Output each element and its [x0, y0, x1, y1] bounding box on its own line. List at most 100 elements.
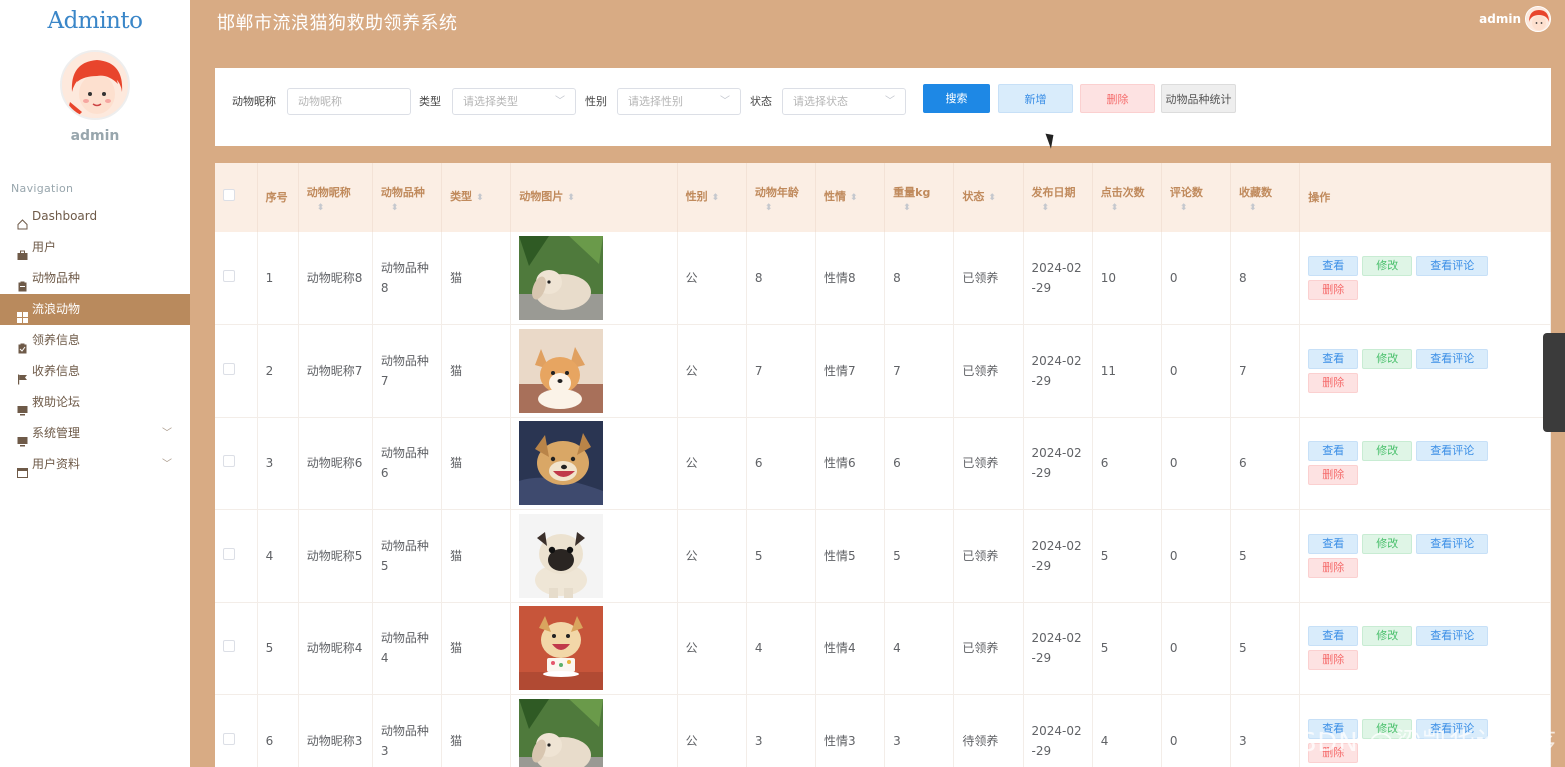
col-breed[interactable]: 动物品种 ⬍: [372, 163, 443, 232]
delete-button[interactable]: 删除: [1308, 280, 1359, 300]
delete-button[interactable]: 删除: [1308, 650, 1359, 671]
col-temper[interactable]: 性情 ⬍: [815, 163, 886, 232]
view-button[interactable]: 查看: [1308, 533, 1359, 554]
delete-button[interactable]: 删除: [1308, 465, 1359, 486]
type-select[interactable]: 请选择类型 ﹀: [452, 88, 576, 115]
col-age[interactable]: 动物年龄 ⬍: [746, 163, 817, 232]
col-comments[interactable]: 评论数 ⬍: [1161, 163, 1232, 232]
gender-select[interactable]: 请选择性别 ﹀: [617, 88, 741, 115]
row-checkbox-cell[interactable]: [215, 509, 258, 602]
view-button[interactable]: 查看: [1308, 256, 1359, 276]
sidebar-item-users[interactable]: 用户: [0, 232, 190, 263]
pet-photo[interactable]: [519, 236, 604, 320]
sort-icon[interactable]: ⬍: [1180, 203, 1230, 213]
chevron-down-icon[interactable]: ﹀: [162, 449, 172, 480]
app-logo[interactable]: Adminto: [0, 0, 190, 42]
row-checkbox[interactable]: [223, 455, 235, 468]
sort-icon[interactable]: ⬍: [567, 193, 575, 203]
nickname-input[interactable]: 动物昵称: [287, 88, 411, 115]
sidebar-item-system-management[interactable]: 系统管理 ﹀: [0, 418, 190, 449]
col-nickname[interactable]: 动物昵称 ⬍: [298, 163, 373, 232]
col-gender[interactable]: 性别 ⬍: [677, 163, 747, 232]
sort-icon[interactable]: ⬍: [317, 203, 372, 213]
edit-button[interactable]: 修改: [1362, 256, 1413, 276]
edit-button[interactable]: 修改: [1362, 626, 1413, 647]
col-photo[interactable]: 动物图片 ⬍: [510, 163, 678, 232]
view-button[interactable]: 查看: [1308, 441, 1359, 462]
row-checkbox-cell[interactable]: [215, 417, 258, 510]
view-comments-button[interactable]: 查看评论: [1416, 441, 1489, 462]
sort-icon[interactable]: ⬍: [988, 193, 996, 203]
cell-index: 5: [257, 602, 299, 695]
view-comments-button[interactable]: 查看评论: [1416, 533, 1489, 554]
header-avatar[interactable]: [1525, 6, 1551, 32]
sidebar-item-user-profile[interactable]: 用户资料 ﹀: [0, 449, 190, 480]
row-checkbox[interactable]: [223, 362, 235, 375]
avatar[interactable]: [60, 50, 130, 120]
sort-icon[interactable]: ⬍: [476, 193, 484, 203]
sidebar-item-foster-info[interactable]: 收养信息: [0, 356, 190, 387]
header-checkbox-cell[interactable]: [215, 163, 258, 232]
chevron-down-icon: ﹀: [720, 96, 730, 107]
row-checkbox[interactable]: [223, 270, 235, 282]
sort-icon[interactable]: ⬍: [1111, 203, 1161, 213]
view-button[interactable]: 查看: [1308, 348, 1359, 369]
row-checkbox-cell[interactable]: [215, 602, 258, 695]
col-date[interactable]: 发布日期 ⬍: [1023, 163, 1093, 232]
view-comments-button[interactable]: 查看评论: [1416, 348, 1489, 369]
edit-button[interactable]: 修改: [1362, 348, 1413, 369]
sort-icon[interactable]: ⬍: [712, 193, 720, 203]
pet-photo[interactable]: [519, 698, 604, 767]
view-comments-button[interactable]: 查看评论: [1416, 256, 1489, 276]
cell-temper: 性情7: [815, 324, 886, 417]
edit-button[interactable]: 修改: [1362, 441, 1413, 462]
chevron-down-icon[interactable]: ﹀: [162, 418, 172, 449]
select-all-checkbox[interactable]: [223, 188, 235, 201]
view-comments-button[interactable]: 查看评论: [1416, 626, 1489, 647]
sort-icon[interactable]: ⬍: [1249, 203, 1299, 213]
flag-icon: [17, 366, 28, 385]
row-checkbox[interactable]: [223, 640, 235, 653]
sidebar-item-adoption-info[interactable]: 领养信息: [0, 325, 190, 356]
header-username[interactable]: admin: [1479, 12, 1521, 26]
sidebar-item-breeds[interactable]: 动物品种: [0, 263, 190, 294]
sidebar-item-dashboard[interactable]: Dashboard: [0, 201, 190, 232]
pet-photo[interactable]: [519, 606, 604, 691]
cell-status: 待领养: [953, 694, 1024, 767]
sidebar-item-rescue-forum[interactable]: 救助论坛: [0, 387, 190, 418]
row-checkbox[interactable]: [223, 732, 235, 745]
edit-button[interactable]: 修改: [1362, 533, 1413, 554]
pet-photo[interactable]: [519, 513, 604, 598]
cell-type: 猫: [441, 602, 512, 695]
row-checkbox-cell[interactable]: [215, 324, 258, 417]
view-button[interactable]: 查看: [1308, 626, 1359, 647]
cell-type: 猫: [441, 694, 512, 767]
side-drawer-handle[interactable]: [1543, 333, 1565, 432]
col-status[interactable]: 状态 ⬍: [953, 163, 1024, 232]
delete-button[interactable]: 删除: [1308, 372, 1359, 393]
pet-photo[interactable]: [519, 421, 604, 506]
sort-icon[interactable]: ⬍: [903, 203, 953, 213]
row-checkbox-cell[interactable]: [215, 232, 258, 325]
col-type[interactable]: 类型 ⬍: [441, 163, 512, 232]
gender-label: 性别: [585, 95, 607, 108]
sort-icon[interactable]: ⬍: [850, 193, 858, 203]
col-clicks[interactable]: 点击次数 ⬍: [1092, 163, 1162, 232]
batch-delete-button[interactable]: 删除: [1080, 84, 1155, 113]
search-button[interactable]: 搜索: [923, 84, 990, 113]
sidebar-item-stray-animals[interactable]: 流浪动物: [0, 294, 190, 325]
cell-index: 6: [257, 694, 299, 767]
row-checkbox-cell[interactable]: [215, 694, 258, 767]
sort-icon[interactable]: ⬍: [765, 203, 815, 213]
status-select[interactable]: 请选择状态 ﹀: [782, 88, 906, 115]
calendar-icon: [17, 459, 28, 478]
col-favorites[interactable]: 收藏数 ⬍: [1230, 163, 1301, 232]
breed-stats-button[interactable]: 动物品种统计: [1161, 84, 1236, 113]
sort-icon[interactable]: ⬍: [391, 203, 441, 213]
row-checkbox[interactable]: [223, 547, 235, 560]
col-weight[interactable]: 重量kg ⬍: [884, 163, 955, 232]
add-button[interactable]: 新增: [998, 84, 1073, 113]
sort-icon[interactable]: ⬍: [1042, 203, 1092, 213]
pet-photo[interactable]: [519, 328, 604, 413]
delete-button[interactable]: 删除: [1308, 557, 1359, 578]
